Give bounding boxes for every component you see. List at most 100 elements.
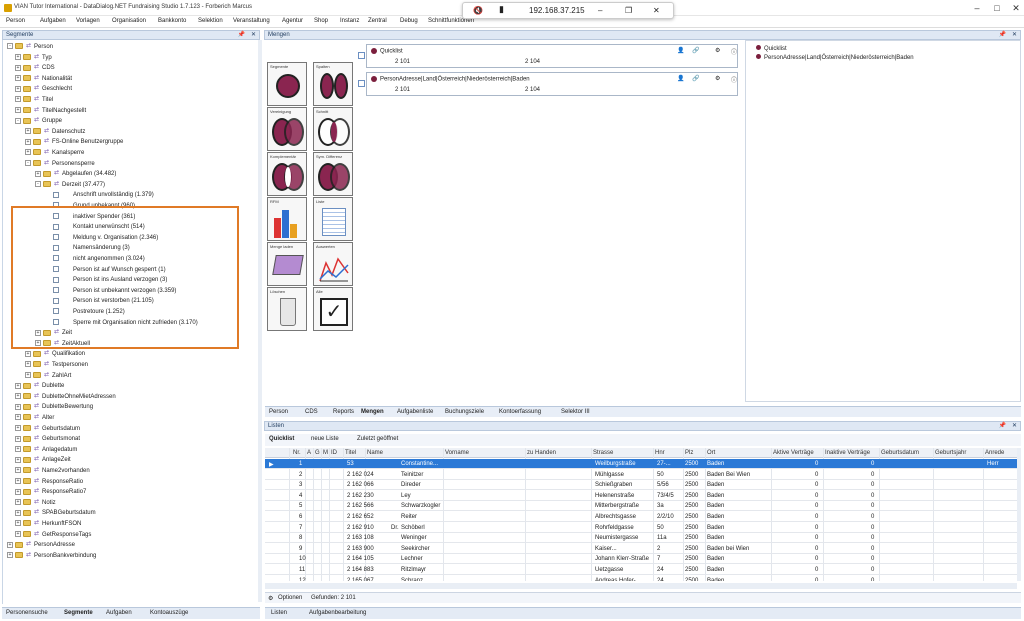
tool-liste[interactable]: Liste	[313, 197, 353, 241]
remote-restore-icon[interactable]: ❐	[625, 6, 632, 15]
tree-item[interactable]: + ⇄ Datenschutz	[25, 127, 85, 137]
tree-item[interactable]: + ⇄ Nationalität	[15, 74, 72, 84]
minimize-icon[interactable]: –	[966, 2, 988, 14]
menu-item[interactable]: Person	[6, 18, 25, 24]
table-row[interactable]: ▶ 1 53 Constantine... Weilburgstraße 27-... 25…	[265, 459, 1017, 469]
bottom-tab[interactable]: Personensuche	[6, 610, 48, 616]
expander-icon[interactable]: +	[25, 149, 31, 156]
table-row[interactable]: 9 2 163 900 Seekircher Kaiser... 2 2500 Baden …	[265, 544, 1017, 554]
column-header[interactable]: Vorname	[445, 450, 469, 456]
column-header[interactable]: Ort	[707, 450, 715, 456]
column-header[interactable]: Nr.	[293, 450, 301, 456]
set-card[interactable]: Quicklist 2 101 2 104 👤 🔗 ⚙ ⓘ	[366, 44, 738, 68]
menu-item[interactable]: Aufgaben	[40, 18, 66, 24]
checkbox[interactable]	[53, 191, 59, 198]
globe-icon[interactable]: ⚙	[715, 75, 720, 82]
tab-item[interactable]: Selektor III	[561, 409, 590, 415]
tab-item[interactable]: Aufgabenliste	[397, 409, 433, 415]
tree-item[interactable]: + ⇄ ResponseRatio	[15, 477, 83, 487]
options-icon[interactable]: ⚙	[268, 595, 273, 602]
tool-rfm[interactable]: RFM	[267, 197, 307, 241]
column-header[interactable]: Geburtsjahr	[935, 450, 966, 456]
grid-hscrollbar[interactable]	[265, 583, 1017, 589]
expander-icon[interactable]: +	[15, 467, 21, 474]
table-row[interactable]: 4 2 162 230 Ley Helenenstraße 73/4/5 2500 Bade…	[265, 491, 1017, 501]
tree-item[interactable]: + ⇄ Titel	[15, 95, 53, 105]
tree-item[interactable]: + ⇄ ZahlArt	[25, 371, 71, 381]
expander-icon[interactable]: +	[15, 96, 21, 103]
menu-item[interactable]: Bankkonto	[158, 18, 186, 24]
panel-close-icon[interactable]: ✕	[251, 31, 256, 40]
column-header[interactable]: Aktive Verträge	[773, 450, 814, 456]
tool-vereinigung[interactable]: Vereinigung	[267, 107, 307, 151]
link-icon[interactable]: 🔗	[692, 47, 699, 54]
expander-icon[interactable]: +	[15, 520, 21, 527]
tree-item[interactable]: + ⇄ Geburtsdatum	[15, 424, 80, 434]
column-header[interactable]: Anrede	[985, 450, 1004, 456]
column-header[interactable]: Hnr	[655, 450, 665, 456]
menu-item[interactable]: Vorlagen	[76, 18, 100, 24]
tree-item[interactable]: + ⇄ Notiz	[15, 498, 56, 508]
list-tab[interactable]: neue Liste	[311, 436, 339, 442]
bottom-tab[interactable]: Aufgaben	[106, 610, 132, 616]
tree-item[interactable]: + ⇄ SPABGeburtsdatum	[15, 508, 96, 518]
expander-icon[interactable]: +	[25, 361, 31, 368]
remote-close-icon[interactable]: ✕	[653, 6, 660, 15]
table-row[interactable]: 3 2 162 066 Direder Schießgraben 5/56 2500 Bad…	[265, 480, 1017, 491]
column-header[interactable]: Inaktive Verträge	[825, 450, 870, 456]
expander-icon[interactable]: +	[15, 393, 21, 400]
set-card[interactable]: PersonAdresse|Land|Österreich|Niederöste…	[366, 72, 738, 96]
tree-item[interactable]: + ⇄ GetResponseTags	[15, 530, 91, 540]
table-row[interactable]: 11 2 164 883 Ritzlmayr Uetzgasse 24 2500 Baden…	[265, 565, 1017, 575]
info-icon[interactable]: ⓘ	[731, 75, 737, 84]
tree-item[interactable]: + ⇄ Anlagedatum	[15, 445, 77, 455]
column-header[interactable]: Strasse	[593, 450, 613, 456]
close-icon[interactable]: ✕	[1005, 2, 1024, 14]
menu-item[interactable]: Shop	[314, 18, 328, 24]
menu-item[interactable]: Selektion	[198, 18, 223, 24]
table-row[interactable]: 8 2 163 108 Weninger Neumistergasse 11a 2500 B…	[265, 533, 1017, 544]
tool-sym-differenz[interactable]: Sym. Differenz	[313, 152, 353, 196]
set-card-checkbox[interactable]	[358, 80, 365, 87]
tree-item[interactable]: + ⇄ ResponseRatio7	[15, 487, 86, 497]
tool-menge-laden[interactable]: Menge laden	[267, 242, 307, 286]
column-header[interactable]: G	[315, 450, 320, 456]
menu-item[interactable]: Agentur	[282, 18, 303, 24]
expander-icon[interactable]: +	[15, 446, 21, 453]
remote-minimize-icon[interactable]: –	[598, 6, 602, 15]
column-header[interactable]: A	[307, 450, 311, 456]
tree-item[interactable]: + ⇄ Kanalsperre	[25, 148, 84, 158]
tree-item[interactable]: + ⇄ Alter	[15, 413, 54, 423]
tree-item[interactable]: + ⇄ CDS	[15, 63, 55, 73]
tab-item[interactable]: Buchungsziele	[445, 409, 484, 415]
menu-item[interactable]: Debug	[400, 18, 418, 24]
tree-item[interactable]: + ⇄ Qualifikation	[25, 349, 85, 359]
column-header[interactable]: Geburtsdatum	[881, 450, 919, 456]
mengen-close-icon[interactable]: ✕	[1012, 31, 1017, 40]
listen-pin-icon[interactable]: 📌	[999, 422, 1006, 431]
expander-icon[interactable]: +	[25, 372, 31, 379]
menu-item[interactable]: Instanz	[340, 18, 359, 24]
expander-icon[interactable]: +	[15, 509, 21, 516]
table-row[interactable]: 12 2 165 067 Schranz Andreas Hofer-... 24 250…	[265, 576, 1017, 581]
tab-item[interactable]: Reports	[333, 409, 354, 415]
column-header[interactable]: Name	[367, 450, 383, 456]
expander-icon[interactable]: +	[15, 107, 21, 114]
bottom-tab[interactable]: Segmente	[64, 610, 93, 616]
tool-schnitt[interactable]: Schnitt	[313, 107, 353, 151]
table-row[interactable]: 6 2 162 652 Reiter Albrechtsgasse 2/2/10 2500…	[265, 512, 1017, 522]
column-header[interactable]: M	[323, 450, 328, 456]
pin-icon[interactable]: 📌	[238, 31, 245, 40]
tab-item[interactable]: CDS	[305, 409, 318, 415]
grid-vscrollbar[interactable]	[1017, 448, 1021, 581]
bottom-tab[interactable]: Listen	[271, 610, 287, 616]
mute-icon[interactable]: 🔇	[473, 6, 483, 15]
expander-icon[interactable]: +	[15, 382, 21, 389]
expander-icon[interactable]: +	[25, 128, 31, 135]
tree-item[interactable]: + ⇄ Abgelaufen (34.482)	[35, 169, 116, 179]
tree-scrollbar[interactable]	[258, 40, 262, 602]
expander-icon[interactable]: +	[15, 425, 21, 432]
tree-item[interactable]: + ⇄ Name2vorhanden	[15, 466, 90, 476]
column-header[interactable]: ID	[331, 450, 337, 456]
tree-item[interactable]: - ⇄ Person	[7, 42, 53, 52]
